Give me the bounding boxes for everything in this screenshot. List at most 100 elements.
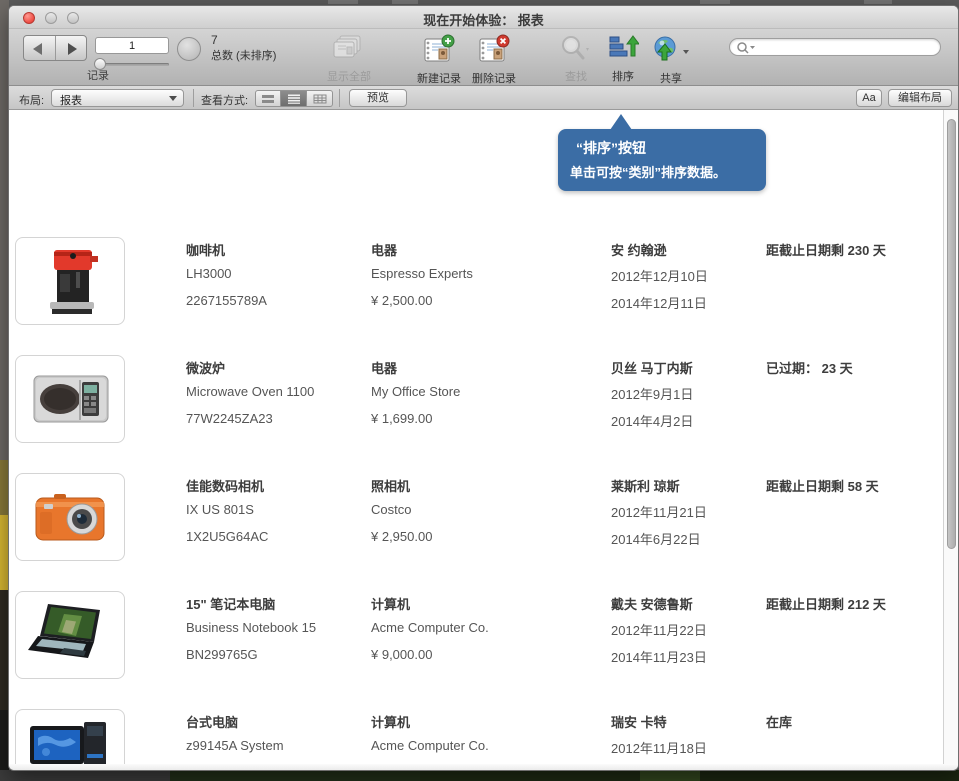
item-status: 已过期： 23 天 bbox=[766, 358, 853, 377]
product-photo-microwave-oven bbox=[15, 355, 125, 443]
list-view-content: “排序”按钮 单击可按“类别”排序数据。 bbox=[9, 110, 958, 764]
item-name: 微波炉 bbox=[186, 358, 225, 377]
item-date-end: 2014年6月22日 bbox=[611, 529, 701, 548]
record-row[interactable]: 台式电脑 z99145A System 计算机 Acme Computer Co… bbox=[9, 709, 958, 764]
item-category: 计算机 bbox=[371, 594, 410, 613]
item-name: 佳能数码相机 bbox=[186, 476, 264, 495]
share-label: 共享 bbox=[639, 70, 703, 86]
record-total-label: 总数 (未排序) bbox=[211, 47, 276, 63]
scrollbar-thumb[interactable] bbox=[947, 119, 956, 549]
item-status: 距截止日期剩 212 天 bbox=[766, 594, 886, 613]
item-date-start: 2012年12月10日 bbox=[611, 266, 708, 285]
item-date-start: 2012年11月18日 bbox=[611, 738, 707, 757]
status-toolbar: 7 总数 (未排序) 记录 显示全部 bbox=[9, 29, 958, 86]
callout-arrow-icon bbox=[610, 114, 632, 130]
separator bbox=[339, 89, 340, 107]
item-price: ¥ 2,500.00 bbox=[371, 293, 432, 308]
window-bottom-edge bbox=[9, 764, 958, 771]
next-record-button[interactable] bbox=[56, 36, 87, 60]
item-model: LH3000 bbox=[186, 266, 232, 281]
record-row[interactable]: 佳能数码相机 IX US 801S 1X2U5G64AC 照相机 Costco … bbox=[9, 473, 958, 561]
new-record-icon bbox=[422, 34, 456, 64]
layout-label: 布局: bbox=[19, 92, 44, 108]
item-date-start: 2012年11月22日 bbox=[611, 620, 707, 639]
show-all-button[interactable]: 显示全部 bbox=[317, 33, 381, 83]
item-price: ¥ 2,950.00 bbox=[371, 529, 432, 544]
item-date-end: 2014年11月23日 bbox=[611, 647, 707, 666]
item-serial: 77W2245ZA23 bbox=[186, 411, 273, 426]
previous-record-button[interactable] bbox=[24, 36, 56, 60]
share-button[interactable]: 共享 bbox=[639, 33, 703, 83]
item-date-end: 2014年4月2日 bbox=[611, 411, 693, 430]
item-model: Microwave Oven 1100 bbox=[186, 384, 314, 399]
delete-record-button[interactable]: 删除记录 bbox=[462, 33, 526, 83]
item-price: ¥ 9,000.00 bbox=[371, 647, 432, 662]
product-photo-digital-camera bbox=[15, 473, 125, 561]
record-slider-track bbox=[95, 63, 169, 66]
product-photo-laptop-computer bbox=[15, 591, 125, 679]
item-owner: 瑞安 卡特 bbox=[611, 712, 667, 731]
show-all-label: 显示全部 bbox=[317, 68, 381, 84]
form-view-icon bbox=[261, 94, 275, 104]
list-view-icon bbox=[287, 94, 301, 104]
preview-button[interactable]: 预览 bbox=[349, 89, 407, 107]
record-row[interactable]: 咖啡机 LH3000 2267155789A 电器 Espresso Exper… bbox=[9, 237, 958, 325]
title-bar: 现在开始体验： 报表 bbox=[9, 6, 958, 29]
magnifier-icon bbox=[558, 34, 594, 64]
form-view-button[interactable] bbox=[255, 90, 281, 107]
table-view-button[interactable] bbox=[307, 90, 333, 107]
item-name: 台式电脑 bbox=[186, 712, 238, 731]
edit-layout-button[interactable]: 编辑布局 bbox=[888, 89, 952, 107]
product-photo-espresso-machine bbox=[15, 237, 125, 325]
menubar-fragment bbox=[700, 0, 730, 4]
text-formatting-button[interactable]: Aa bbox=[856, 89, 882, 107]
separator bbox=[193, 89, 194, 107]
item-status: 距截止日期剩 58 天 bbox=[766, 476, 879, 495]
view-mode-label: 查看方式: bbox=[201, 92, 248, 108]
found-set-pie-button[interactable] bbox=[177, 37, 201, 61]
layout-bar: 布局: 报表 查看方式: bbox=[9, 86, 958, 110]
delete-record-label: 删除记录 bbox=[462, 70, 526, 86]
record-row[interactable]: 15" 笔记本电脑 Business Notebook 15 BN299765G… bbox=[9, 591, 958, 679]
item-owner: 戴夫 安德鲁斯 bbox=[611, 594, 693, 613]
item-category: 电器 bbox=[371, 240, 397, 259]
item-name: 咖啡机 bbox=[186, 240, 225, 259]
list-view-button[interactable] bbox=[281, 90, 307, 107]
item-vendor: Acme Computer Co. bbox=[371, 620, 489, 635]
item-status: 在库 bbox=[766, 712, 792, 731]
item-serial: 1X2U5G64AC bbox=[186, 529, 268, 544]
record-row[interactable]: 微波炉 Microwave Oven 1100 77W2245ZA23 电器 M… bbox=[9, 355, 958, 443]
quick-find-field[interactable] bbox=[729, 38, 941, 56]
record-total-count: 7 bbox=[211, 33, 218, 47]
item-vendor: Acme Computer Co. bbox=[371, 738, 489, 753]
item-name: 15" 笔记本电脑 bbox=[186, 594, 275, 613]
item-serial: BN299765G bbox=[186, 647, 258, 662]
window-title: 现在开始体验： 报表 bbox=[9, 10, 958, 29]
callout-title: “排序”按钮 bbox=[576, 138, 646, 158]
item-vendor: Costco bbox=[371, 502, 411, 517]
table-view-icon bbox=[313, 94, 327, 104]
delete-record-icon bbox=[477, 34, 511, 64]
menubar-fragment bbox=[392, 0, 418, 4]
product-photo-desktop-computer bbox=[15, 709, 125, 764]
item-serial: 2267155789A bbox=[186, 293, 267, 308]
item-model: Business Notebook 15 bbox=[186, 620, 316, 635]
vertical-scrollbar[interactable] bbox=[943, 110, 958, 764]
menubar-fragment bbox=[328, 0, 358, 4]
record-book-navigator[interactable] bbox=[23, 35, 87, 61]
item-date-start: 2012年11月21日 bbox=[611, 502, 707, 521]
show-all-cards-icon bbox=[332, 34, 366, 64]
item-owner: 安 约翰逊 bbox=[611, 240, 667, 259]
item-vendor: Espresso Experts bbox=[371, 266, 473, 281]
share-globe-icon bbox=[651, 34, 691, 64]
view-mode-segmented-control bbox=[255, 90, 333, 107]
record-group-label: 记录 bbox=[23, 67, 173, 83]
current-record-input[interactable] bbox=[95, 37, 169, 54]
item-vendor: My Office Store bbox=[371, 384, 460, 399]
menubar-fragment bbox=[864, 0, 892, 4]
desktop-background: 现在开始体验： 报表 7 总数 (未排序) 记录 bbox=[0, 0, 959, 781]
callout-body: 单击可按“类别”排序数据。 bbox=[570, 162, 726, 181]
search-input[interactable] bbox=[760, 40, 936, 54]
layout-popup-menu[interactable]: 报表 bbox=[51, 89, 184, 107]
layout-popup-value: 报表 bbox=[60, 92, 82, 108]
